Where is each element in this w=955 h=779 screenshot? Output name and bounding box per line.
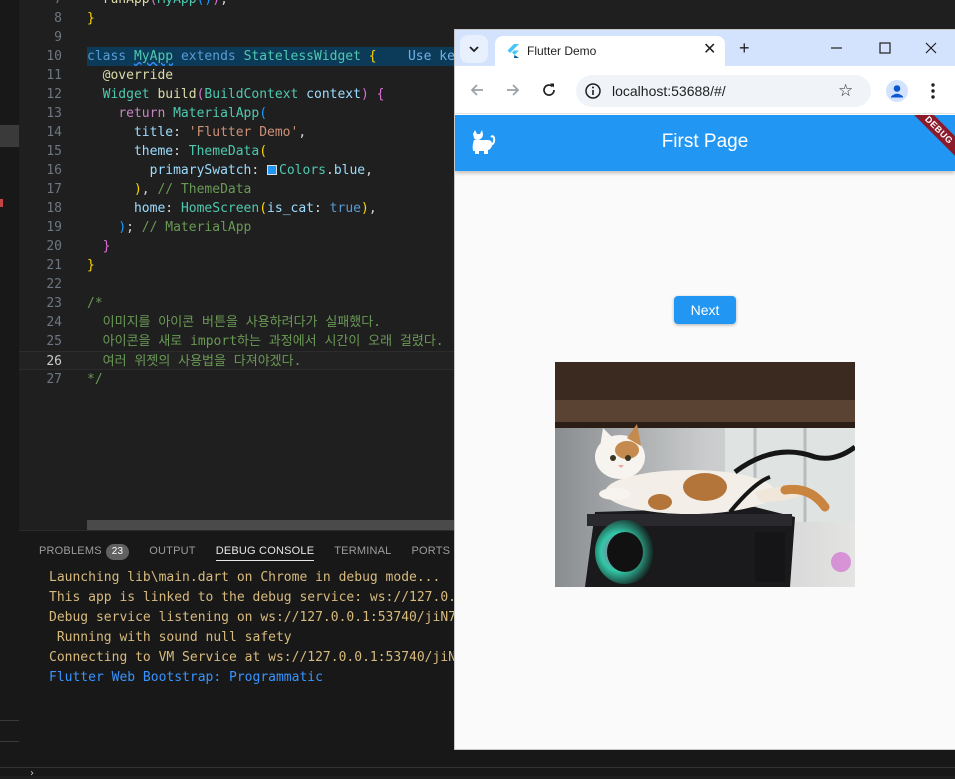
address-bar[interactable]: localhost:53688/#/ ☆ bbox=[576, 75, 871, 107]
code-text[interactable]: home: HomeScreen(is_cat: true), bbox=[87, 199, 377, 218]
minimize-icon[interactable] bbox=[827, 38, 847, 58]
browser-tab[interactable]: Flutter Demo ✕ bbox=[495, 36, 725, 66]
site-info-icon[interactable] bbox=[584, 82, 602, 100]
chrome-titlebar: Flutter Demo ✕ + bbox=[455, 30, 955, 66]
tab-title: Flutter Demo bbox=[527, 44, 597, 58]
line-number: 19 bbox=[46, 220, 62, 235]
panel-tab-label: TERMINAL bbox=[334, 545, 392, 557]
line-number: 26 bbox=[46, 354, 62, 369]
activity-divider bbox=[0, 741, 19, 742]
code-text[interactable]: ), // ThemeData bbox=[87, 180, 251, 199]
line-number: 27 bbox=[46, 372, 62, 387]
activity-bar bbox=[0, 0, 19, 776]
line-number: 18 bbox=[46, 201, 62, 216]
app-bar: First Page DEBUG bbox=[455, 115, 955, 171]
activity-divider bbox=[0, 720, 19, 721]
panel-tab-label: OUTPUT bbox=[149, 545, 196, 557]
line-number: 22 bbox=[46, 277, 62, 292]
flutter-logo-icon bbox=[507, 44, 519, 58]
new-tab-plus-icon[interactable]: + bbox=[739, 38, 750, 58]
close-tab-icon[interactable]: ✕ bbox=[703, 41, 716, 59]
panel-tab-ports[interactable]: PORTS bbox=[411, 543, 450, 561]
bookmark-star-icon[interactable]: ☆ bbox=[838, 81, 853, 101]
code-text[interactable]: theme: ThemeData( bbox=[87, 142, 267, 161]
line-number: 20 bbox=[46, 239, 62, 254]
code-text[interactable]: runApp(MyApp()); bbox=[87, 0, 228, 9]
code-text[interactable]: ); // MaterialApp bbox=[87, 218, 251, 237]
line-number: 13 bbox=[46, 106, 62, 121]
line-number: 11 bbox=[46, 68, 62, 83]
line-number: 16 bbox=[46, 163, 62, 178]
panel-tab-label: DEBUG CONSOLE bbox=[215, 545, 315, 557]
code-text[interactable]: } bbox=[87, 237, 111, 256]
panel-tab-label: PORTS bbox=[411, 545, 451, 557]
back-arrow-icon[interactable] bbox=[467, 80, 487, 100]
editor-horizontal-scrollbar[interactable] bbox=[87, 520, 455, 530]
code-text[interactable]: 여러 위젯의 사용법을 다져야겠다. bbox=[87, 352, 302, 371]
line-number: 9 bbox=[54, 30, 62, 45]
panel-tab-output[interactable]: OUTPUT bbox=[149, 543, 195, 561]
tab-search-button[interactable] bbox=[460, 35, 488, 63]
activity-error-marker bbox=[0, 199, 3, 207]
code-text[interactable]: } bbox=[87, 9, 95, 28]
status-divider bbox=[0, 767, 955, 768]
code-text[interactable]: } bbox=[87, 256, 95, 275]
code-text[interactable]: /* bbox=[87, 294, 103, 313]
line-number: 10 bbox=[46, 49, 62, 64]
next-button[interactable]: Next bbox=[674, 296, 736, 324]
code-text[interactable]: Widget build(BuildContext context) { bbox=[87, 85, 385, 104]
url-text[interactable]: localhost:53688/#/ bbox=[612, 83, 726, 99]
line-number: 25 bbox=[46, 334, 62, 349]
code-text[interactable]: @override bbox=[87, 66, 173, 85]
console-prompt-icon: › bbox=[30, 768, 34, 779]
panel-tab-debug-console[interactable]: DEBUG CONSOLE bbox=[215, 543, 315, 561]
forward-arrow-icon[interactable] bbox=[503, 80, 523, 100]
chrome-window: Flutter Demo ✕ + localhost:53688/#/ ☆ Fi… bbox=[455, 30, 955, 749]
code-line[interactable]: 7 runApp(MyApp()); bbox=[19, 0, 955, 9]
chrome-toolbar: localhost:53688/#/ ☆ bbox=[455, 66, 955, 114]
line-number: 8 bbox=[54, 11, 62, 26]
line-number: 24 bbox=[46, 315, 62, 330]
problems-count-badge: 23 bbox=[105, 544, 130, 560]
line-number: 23 bbox=[46, 296, 62, 311]
kebab-menu-icon[interactable] bbox=[925, 79, 941, 103]
code-text[interactable]: */ bbox=[87, 370, 103, 389]
panel-tab-label: PROBLEMS bbox=[39, 545, 102, 557]
code-text[interactable]: 이미지를 아이콘 버튼을 사용하려다가 실패했다. bbox=[87, 313, 381, 332]
line-number: 21 bbox=[46, 258, 62, 273]
panel-tabs: PROBLEMS 23 OUTPUT DEBUG CONSOLE TERMINAL POR… bbox=[39, 543, 450, 561]
activity-item-active[interactable] bbox=[0, 125, 19, 147]
cat-photo bbox=[555, 362, 855, 587]
maximize-icon[interactable] bbox=[875, 38, 895, 58]
flutter-app: First Page DEBUG Next bbox=[455, 115, 955, 749]
code-text[interactable]: 아이콘을 새로 import하는 과정에서 시간이 오래 걸렸다. bbox=[87, 332, 444, 351]
profile-avatar-icon[interactable] bbox=[885, 79, 909, 103]
window-close-icon[interactable] bbox=[921, 38, 941, 58]
line-number: 12 bbox=[46, 87, 62, 102]
code-line[interactable]: 8} bbox=[19, 9, 955, 28]
app-bar-title: First Page bbox=[661, 131, 749, 152]
chevron-down-icon bbox=[469, 46, 479, 53]
panel-tab-problems[interactable]: PROBLEMS 23 bbox=[39, 543, 130, 561]
code-text[interactable]: return MaterialApp( bbox=[87, 104, 267, 123]
line-number: 15 bbox=[46, 144, 62, 159]
line-number: 17 bbox=[46, 182, 62, 197]
line-number: 14 bbox=[46, 125, 62, 140]
panel-tab-terminal[interactable]: TERMINAL bbox=[334, 543, 391, 561]
reload-icon[interactable] bbox=[539, 80, 559, 100]
line-number: 7 bbox=[19, 0, 62, 9]
code-text[interactable]: title: 'Flutter Demo', bbox=[87, 123, 306, 142]
code-text[interactable]: primarySwatch: Colors.blue, bbox=[87, 161, 373, 180]
